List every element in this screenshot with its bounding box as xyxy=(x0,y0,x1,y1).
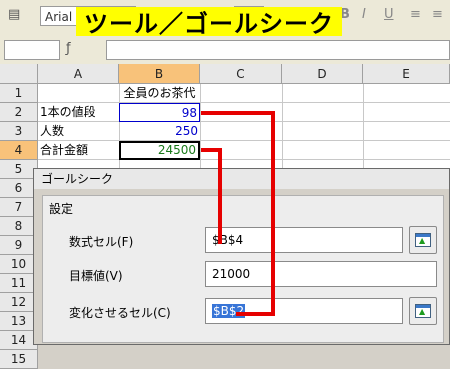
arrow-b2-horizontal xyxy=(201,111,272,115)
arrow-b2-to-field xyxy=(236,312,275,316)
settings-group: 設定 数式セル(F) $B$4 目標値(V) 21000 変化させるセル(C) … xyxy=(42,195,444,343)
formula-cell-shrink-button[interactable] xyxy=(409,226,437,254)
select-all-corner[interactable] xyxy=(0,64,38,84)
formula-bar: ƒ xyxy=(0,36,450,65)
variable-cell-label: 変化させるセル(C) xyxy=(69,306,171,320)
row-header-15[interactable]: 15 xyxy=(0,350,38,369)
cell-b4[interactable]: 24500 xyxy=(119,141,200,160)
shrink-icon xyxy=(415,304,431,318)
settings-label: 設定 xyxy=(49,202,74,216)
column-header-e[interactable]: E xyxy=(363,64,450,84)
row-header-3[interactable]: 3 xyxy=(0,122,38,141)
cell-a4[interactable]: 合計金額 xyxy=(38,141,119,160)
formula-cell-label: 数式セル(F) xyxy=(69,235,134,249)
column-header-b[interactable]: B xyxy=(119,64,200,84)
column-header-c[interactable]: C xyxy=(200,64,282,84)
formula-input[interactable] xyxy=(106,40,450,60)
function-wizard-icon[interactable]: ƒ xyxy=(66,41,71,56)
column-header-a[interactable]: A xyxy=(38,64,119,84)
row-header-2[interactable]: 2 xyxy=(0,103,38,122)
styles-icon[interactable]: ▤ xyxy=(8,7,20,22)
row-header-4[interactable]: 4 xyxy=(0,141,38,160)
variable-cell-input[interactable]: $B$2 xyxy=(205,298,403,324)
underline-icon[interactable]: U xyxy=(384,7,394,22)
dialog-title[interactable]: ゴールシーク xyxy=(34,169,449,189)
variable-cell-shrink-button[interactable] xyxy=(409,297,437,325)
row-header-1[interactable]: 1 xyxy=(0,84,38,103)
arrow-b2-vertical xyxy=(271,111,275,316)
align-center-icon[interactable]: ≡ xyxy=(432,7,443,22)
cell-a2[interactable]: 1本の値段 xyxy=(38,103,119,122)
shrink-icon xyxy=(415,233,431,247)
target-value-label: 目標値(V) xyxy=(69,269,123,283)
italic-icon[interactable]: I xyxy=(362,7,366,22)
arrow-b4-vertical xyxy=(218,148,222,244)
column-header-d[interactable]: D xyxy=(282,64,363,84)
cell-b1[interactable]: 全員のお茶代 xyxy=(119,84,200,103)
align-left-icon[interactable]: ≡ xyxy=(410,7,421,22)
name-box[interactable] xyxy=(4,40,60,60)
cell-a3[interactable]: 人数 xyxy=(38,122,119,141)
cell-b3[interactable]: 250 xyxy=(119,122,200,141)
cell-b2[interactable]: 98 xyxy=(119,103,200,122)
formula-cell-input[interactable]: $B$4 xyxy=(205,227,403,253)
target-value-input[interactable]: 21000 xyxy=(205,261,437,287)
goal-seek-dialog: ゴールシーク 設定 数式セル(F) $B$4 目標値(V) 21000 変化させ… xyxy=(33,168,450,345)
